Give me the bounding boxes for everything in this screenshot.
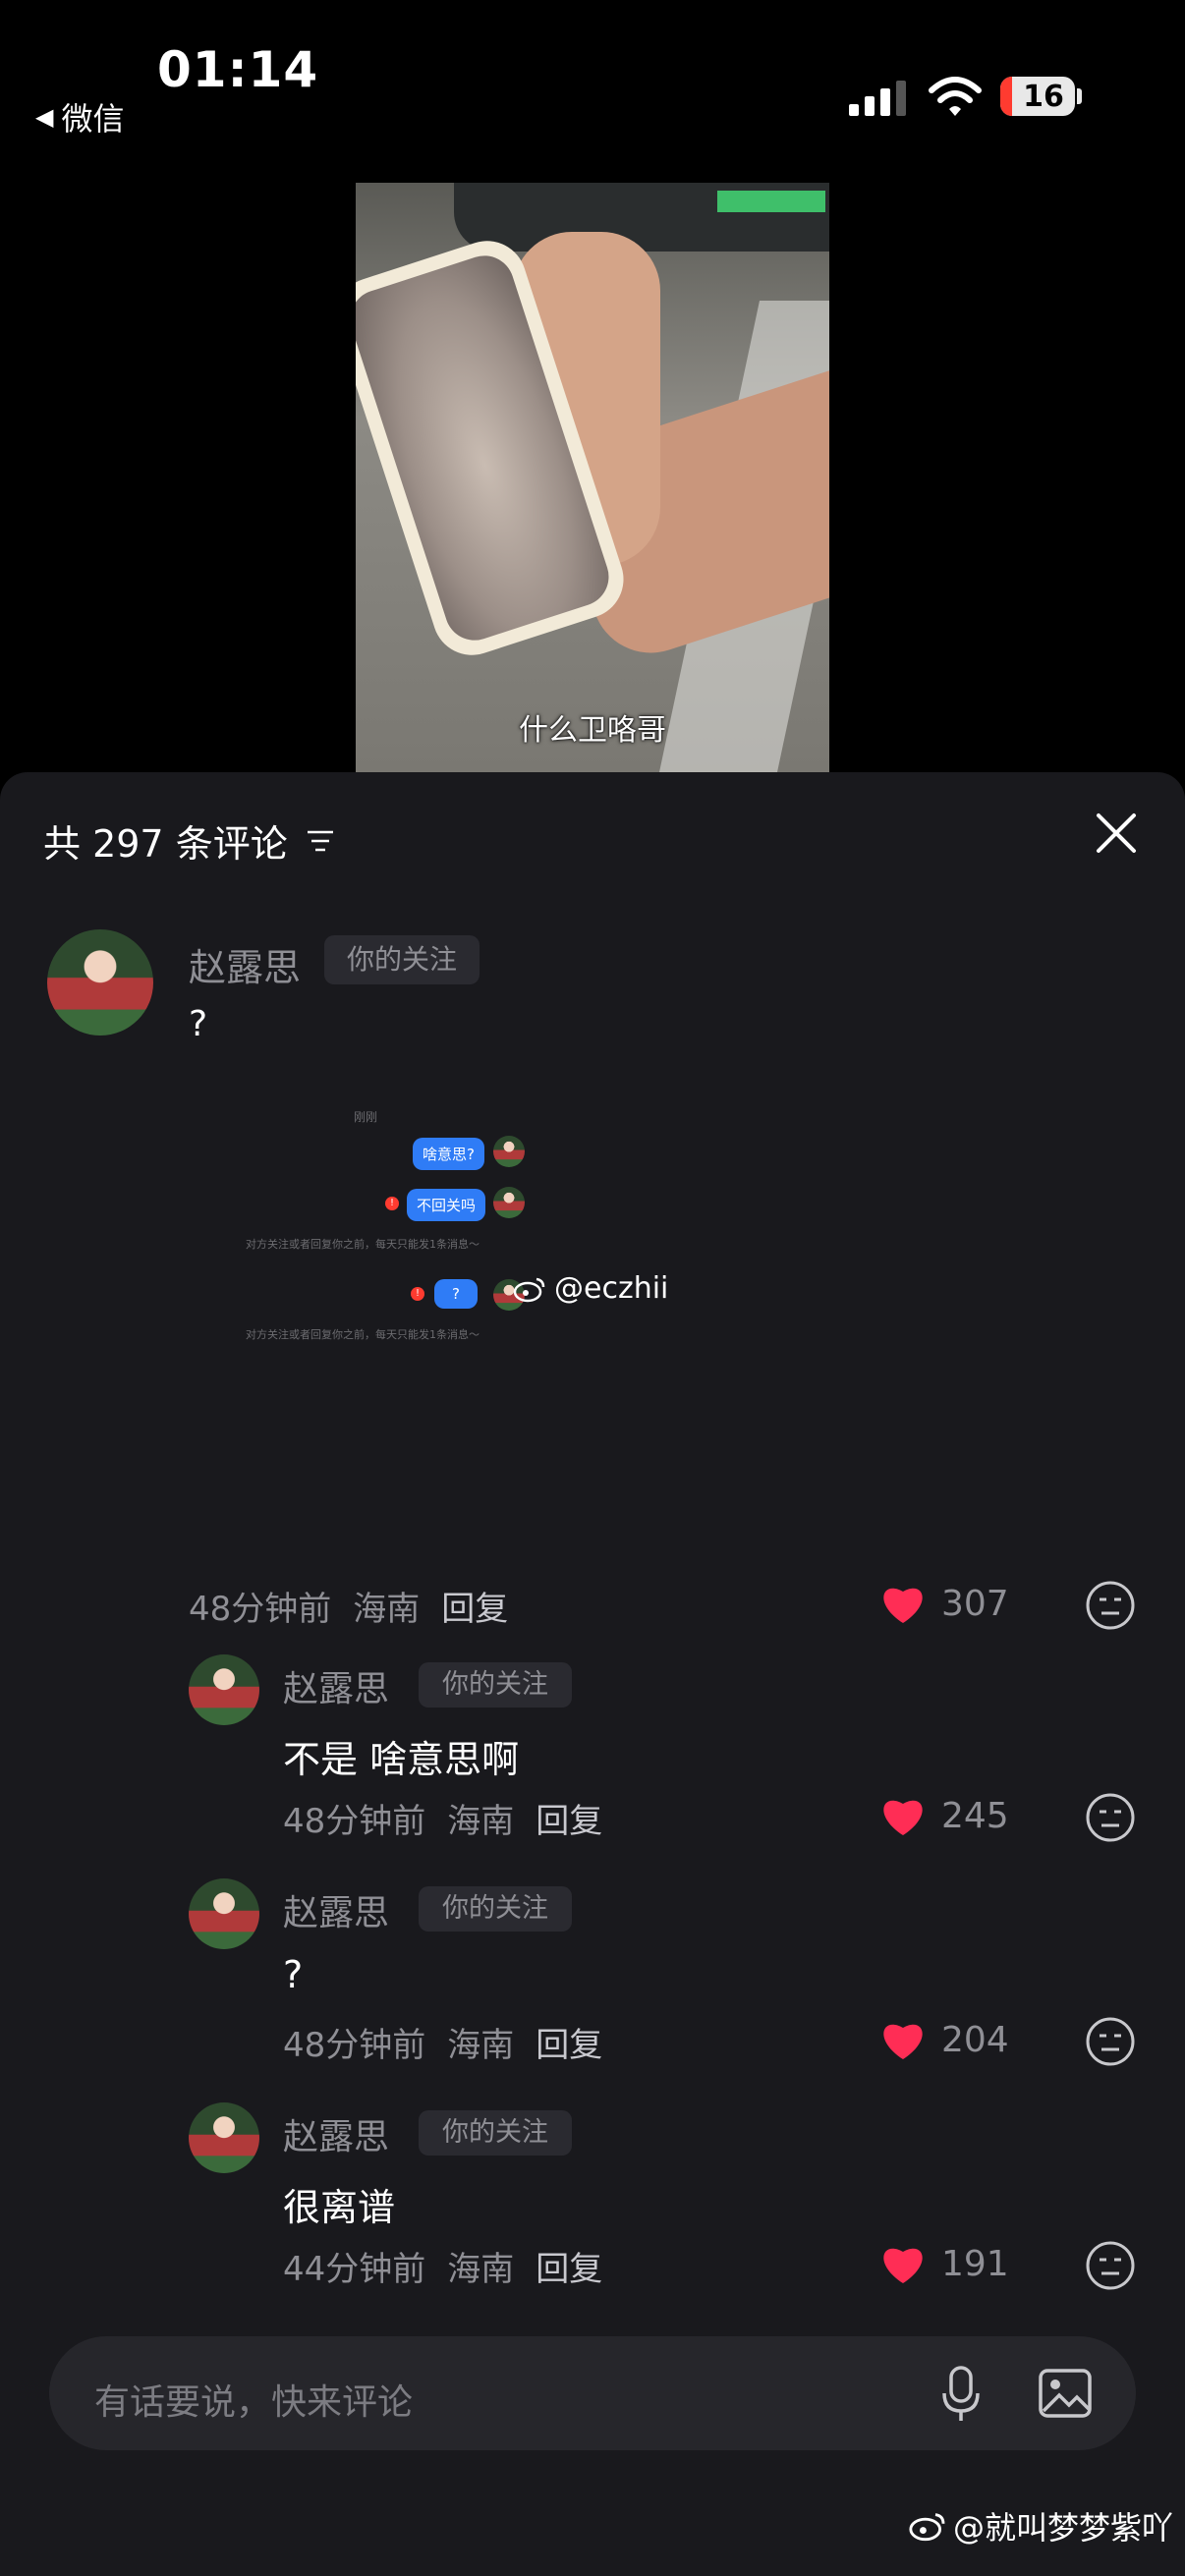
heart-icon <box>883 1588 923 1623</box>
comment-image-chat-screenshot[interactable]: 刚刚 啥意思? ! 不回关吗 对方关注或者回复你之前，每天只能发1条消息～ ! … <box>236 1089 668 1344</box>
close-icon[interactable] <box>1095 812 1138 855</box>
comment-location: 海南 <box>353 1590 421 1629</box>
chat-avatar <box>493 1187 525 1218</box>
comment-time: 44分钟前 <box>283 2250 426 2289</box>
battery-indicator: 16 <box>1000 77 1075 116</box>
like-button[interactable]: 204 <box>878 2018 1009 2061</box>
reply-button[interactable]: 回复 <box>536 1794 602 1842</box>
dislike-icon[interactable] <box>1085 2240 1136 2291</box>
weibo-icon <box>513 1277 545 1302</box>
comment-time: 48分钟前 <box>283 1802 426 1841</box>
comment-location: 海南 <box>447 2026 515 2065</box>
chat-avatar <box>493 1136 525 1167</box>
mic-icon[interactable] <box>941 2366 981 2423</box>
dislike-icon[interactable] <box>1085 1792 1136 1843</box>
image-icon[interactable] <box>1038 2368 1093 2419</box>
like-count: 307 <box>941 1583 1009 1624</box>
comment-username[interactable]: 赵露思 <box>283 1660 389 1711</box>
chat-bubble: 不回关吗 <box>407 1189 486 1221</box>
wifi-icon <box>929 77 982 116</box>
comment-count: 共 297 条评论 <box>43 822 288 866</box>
like-button[interactable]: 245 <box>878 1794 1009 1837</box>
comment-meta: 48分钟前 海南 回复 <box>283 2018 602 2066</box>
weibo-watermark-text: @就叫梦梦紫吖 <box>953 2509 1174 2547</box>
weibo-watermark: @就叫梦梦紫吖 <box>908 2503 1173 2548</box>
avatar[interactable] <box>189 1654 259 1725</box>
comment-location: 海南 <box>447 2250 515 2289</box>
heart-icon <box>883 2248 923 2283</box>
battery-fill <box>1000 77 1012 116</box>
avatar[interactable] <box>189 2102 259 2173</box>
chat-timestamp: 刚刚 <box>354 1110 378 1124</box>
chat-notice: 对方关注或者回复你之前，每天只能发1条消息～ <box>246 1328 480 1341</box>
heart-icon <box>883 1800 923 1835</box>
chat-bubble: ? <box>434 1279 478 1309</box>
comment-time: 48分钟前 <box>189 1590 332 1629</box>
comment-username[interactable]: 赵露思 <box>189 937 301 991</box>
following-tag: 你的关注 <box>324 935 480 984</box>
battery-level: 16 <box>1023 79 1064 114</box>
comment-username[interactable]: 赵露思 <box>283 2108 389 2159</box>
comment-meta: 48分钟前 海南 回复 <box>189 1582 508 1630</box>
like-count: 204 <box>941 2019 1009 2060</box>
error-icon: ! <box>385 1197 399 1210</box>
like-button[interactable]: 191 <box>878 2242 1009 2285</box>
status-bar: 01:14 ◀ 微信 16 <box>0 0 1185 147</box>
reply-button[interactable]: 回复 <box>536 2242 602 2290</box>
comment-meta: 48分钟前 海南 回复 <box>283 1794 602 1842</box>
avatar[interactable] <box>47 929 153 1036</box>
weibo-icon <box>909 2513 945 2542</box>
comment-meta: 44分钟前 海南 回复 <box>283 2242 602 2290</box>
comment-sheet: 共 297 条评论 <box>0 772 1185 2576</box>
comment-input-placeholder[interactable]: 有话要说，快来评论 <box>94 2374 413 2425</box>
filter-icon[interactable] <box>306 828 335 854</box>
comment-text: 不是 啥意思啊 <box>283 1738 520 1781</box>
avatar[interactable] <box>189 1878 259 1949</box>
back-arrow-icon: ◀ <box>35 103 54 131</box>
like-count: 245 <box>941 1795 1009 1836</box>
comment-count-header[interactable]: 共 297 条评论 <box>43 813 335 868</box>
heart-icon <box>883 2024 923 2059</box>
image-watermark: @eczhii <box>513 1271 668 1306</box>
following-tag: 你的关注 <box>419 1886 572 1932</box>
comment-text: 很离谱 <box>283 2186 396 2229</box>
comment-location: 海南 <box>447 1802 515 1841</box>
following-tag: 你的关注 <box>419 2110 572 2156</box>
battery-cap <box>1077 88 1082 104</box>
like-count: 191 <box>941 2243 1009 2284</box>
chat-notice: 对方关注或者回复你之前，每天只能发1条消息～ <box>246 1238 480 1251</box>
status-time: 01:14 <box>157 41 319 98</box>
comment-text: ? <box>189 1004 208 1044</box>
back-to-wechat[interactable]: ◀ 微信 <box>35 94 124 140</box>
chat-bubble: 啥意思? <box>413 1138 484 1170</box>
error-icon: ! <box>411 1287 424 1301</box>
video-player[interactable]: 什么卫咯哥 <box>356 183 829 772</box>
license-plate <box>717 191 825 212</box>
comment-text: ? <box>283 1953 304 1996</box>
signal-icon <box>849 81 906 116</box>
like-button[interactable]: 307 <box>878 1582 1009 1625</box>
reply-button[interactable]: 回复 <box>536 2018 602 2066</box>
comment-time: 48分钟前 <box>283 2026 426 2065</box>
dislike-icon[interactable] <box>1085 1580 1136 1631</box>
reply-button[interactable]: 回复 <box>441 1582 508 1630</box>
comment-username[interactable]: 赵露思 <box>283 1884 389 1935</box>
image-watermark-text: @eczhii <box>554 1271 669 1306</box>
back-label: 微信 <box>61 100 125 138</box>
dislike-icon[interactable] <box>1085 2016 1136 2067</box>
video-caption: 什么卫咯哥 <box>519 713 666 748</box>
comment-input-bar[interactable]: 有话要说，快来评论 <box>49 2336 1136 2450</box>
following-tag: 你的关注 <box>419 1662 572 1708</box>
